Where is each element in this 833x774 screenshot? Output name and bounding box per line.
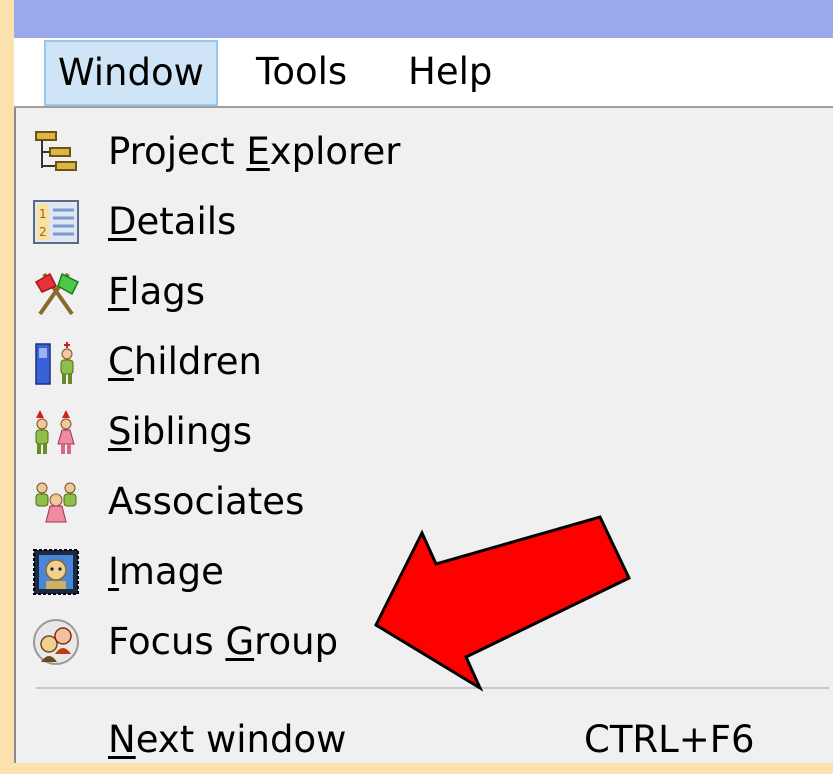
- menu-item-flags[interactable]: Flags: [16, 258, 833, 326]
- details-icon: 1 2: [32, 198, 80, 246]
- menu-item-label: Children: [108, 340, 262, 383]
- menu-item-project-explorer[interactable]: Project Explorer: [16, 118, 833, 186]
- menu-item-focus-group[interactable]: Focus Group: [16, 608, 833, 676]
- image-icon: [32, 548, 80, 596]
- menu-window-label: Window: [58, 51, 204, 94]
- application-window: Window Tools Help Project Explorer 1 2 D…: [14, 0, 833, 763]
- menu-window[interactable]: Window: [44, 40, 218, 106]
- menu-item-siblings[interactable]: Siblings: [16, 398, 833, 466]
- svg-text:1: 1: [39, 207, 47, 221]
- menu-item-label: Details: [108, 200, 237, 243]
- menu-item-image[interactable]: Image: [16, 538, 833, 606]
- menu-item-label: Focus Group: [108, 620, 339, 663]
- menu-item-next-window[interactable]: Next window CTRL+F6: [16, 706, 833, 774]
- menu-item-label: Associates: [108, 480, 305, 523]
- flags-icon: [32, 268, 80, 316]
- menu-item-label: Project Explorer: [108, 130, 401, 173]
- associates-icon: [32, 478, 80, 526]
- svg-text:2: 2: [39, 225, 47, 239]
- children-icon: [32, 338, 80, 386]
- focus-group-icon: [32, 618, 80, 666]
- menu-tools-label: Tools: [256, 50, 348, 93]
- project-explorer-icon: [32, 128, 80, 176]
- title-bar: [14, 0, 833, 38]
- menu-item-label: Next window: [108, 718, 347, 761]
- menu-item-label: Image: [108, 550, 224, 593]
- window-dropdown-menu: Project Explorer 1 2 Details Flags Child…: [14, 108, 833, 763]
- shortcut-label: CTRL+F6: [584, 718, 755, 761]
- menu-item-associates[interactable]: Associates: [16, 468, 833, 536]
- menu-help-label: Help: [408, 50, 493, 93]
- siblings-icon: [32, 408, 80, 456]
- menu-help[interactable]: Help: [408, 38, 492, 106]
- menu-item-children[interactable]: Children: [16, 328, 833, 396]
- menu-tools[interactable]: Tools: [256, 38, 347, 106]
- menu-item-label: Siblings: [108, 410, 253, 453]
- menu-separator: [36, 687, 829, 689]
- menu-bar: Window Tools Help: [14, 38, 833, 108]
- menu-item-details[interactable]: 1 2 Details: [16, 188, 833, 256]
- menu-item-label: Flags: [108, 270, 206, 313]
